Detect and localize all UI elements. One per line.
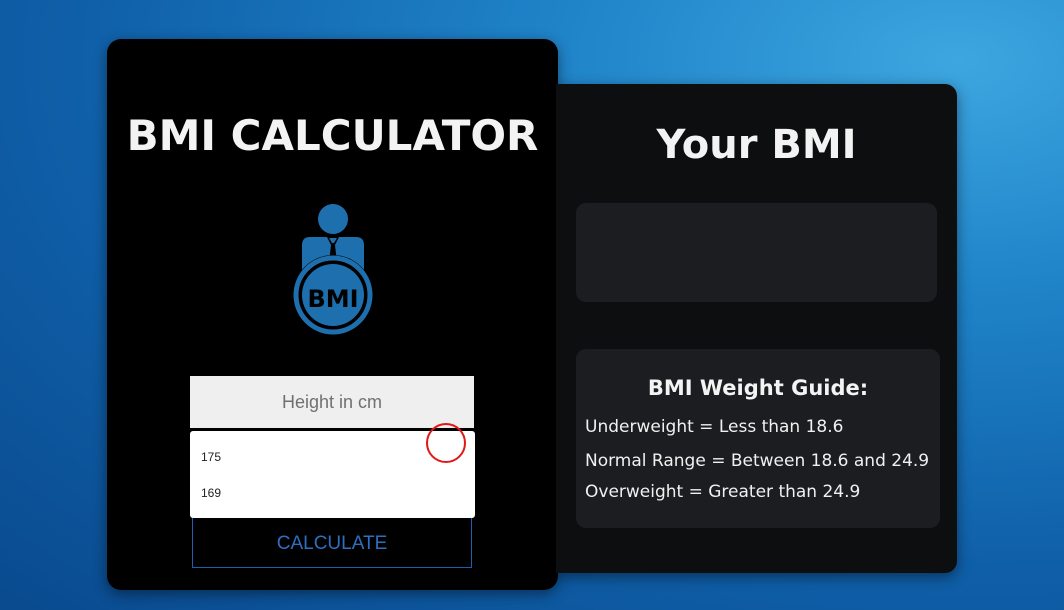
guide-normal: Normal Range = Between 18.6 and 24.9 (585, 451, 930, 471)
logo-text: BMI (307, 285, 358, 313)
autocomplete-option[interactable]: 169 (190, 475, 475, 511)
calculator-title: BMI CALCULATOR (126, 111, 539, 160)
guide-overweight: Overweight = Greater than 24.9 (585, 482, 861, 502)
mouse-cursor-indicator (426, 423, 466, 463)
guide-underweight: Underweight = Less than 18.6 (585, 417, 844, 437)
result-card: Your BMI BMI Weight Guide: Underweight =… (556, 84, 957, 573)
calculate-button[interactable]: CALCULATE (192, 518, 472, 568)
bmi-person-icon: BMI (290, 201, 376, 337)
bmi-result-display (576, 203, 937, 302)
guide-title: BMI Weight Guide: (647, 376, 869, 400)
weight-guide-panel: BMI Weight Guide: Underweight = Less tha… (576, 349, 940, 528)
result-title: Your BMI (656, 122, 857, 168)
calculator-card: BMI CALCULATOR BMI 175 169 CALCULATE (107, 39, 558, 590)
height-input[interactable] (190, 376, 474, 428)
